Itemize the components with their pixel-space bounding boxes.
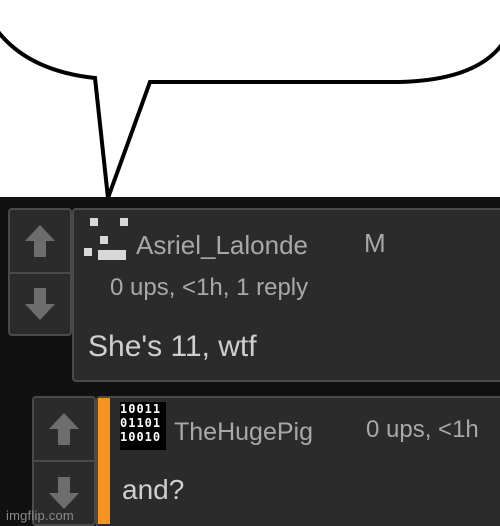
- upvote-button[interactable]: [10, 210, 70, 272]
- comment-card: Asriel_Lalonde M 0 ups, <1h, 1 reply She…: [72, 208, 500, 382]
- comment-username[interactable]: Asriel_Lalonde: [136, 230, 308, 261]
- vote-column: [8, 208, 72, 336]
- user-avatar[interactable]: 10011 01101 10010: [120, 402, 166, 450]
- user-badge: M: [364, 228, 386, 258]
- arrow-down-icon: [25, 288, 55, 320]
- comment-body: She's 11, wtf: [88, 330, 257, 363]
- comment-body: and?: [122, 474, 185, 505]
- reply-accent-bar: [98, 398, 110, 524]
- speech-bubble: [0, 20, 500, 199]
- user-avatar[interactable]: [84, 218, 136, 268]
- arrow-up-icon: [25, 225, 55, 257]
- watermark: imgflip.com: [6, 508, 74, 523]
- comment-meta: 0 ups, <1h, 1 reply: [110, 274, 309, 301]
- arrow-down-icon: [49, 477, 79, 509]
- comment-meta: 0 ups, <1h: [366, 416, 479, 443]
- downvote-button[interactable]: [10, 274, 70, 334]
- vote-column: [32, 396, 96, 526]
- meme-screenshot: Asriel_Lalonde M 0 ups, <1h, 1 reply She…: [0, 0, 500, 526]
- reply-card: 10011 01101 10010 TheHugePig 0 ups, <1h …: [96, 396, 500, 526]
- arrow-up-icon: [49, 413, 79, 445]
- comment-username[interactable]: TheHugePig: [174, 418, 313, 447]
- upvote-button[interactable]: [34, 398, 94, 460]
